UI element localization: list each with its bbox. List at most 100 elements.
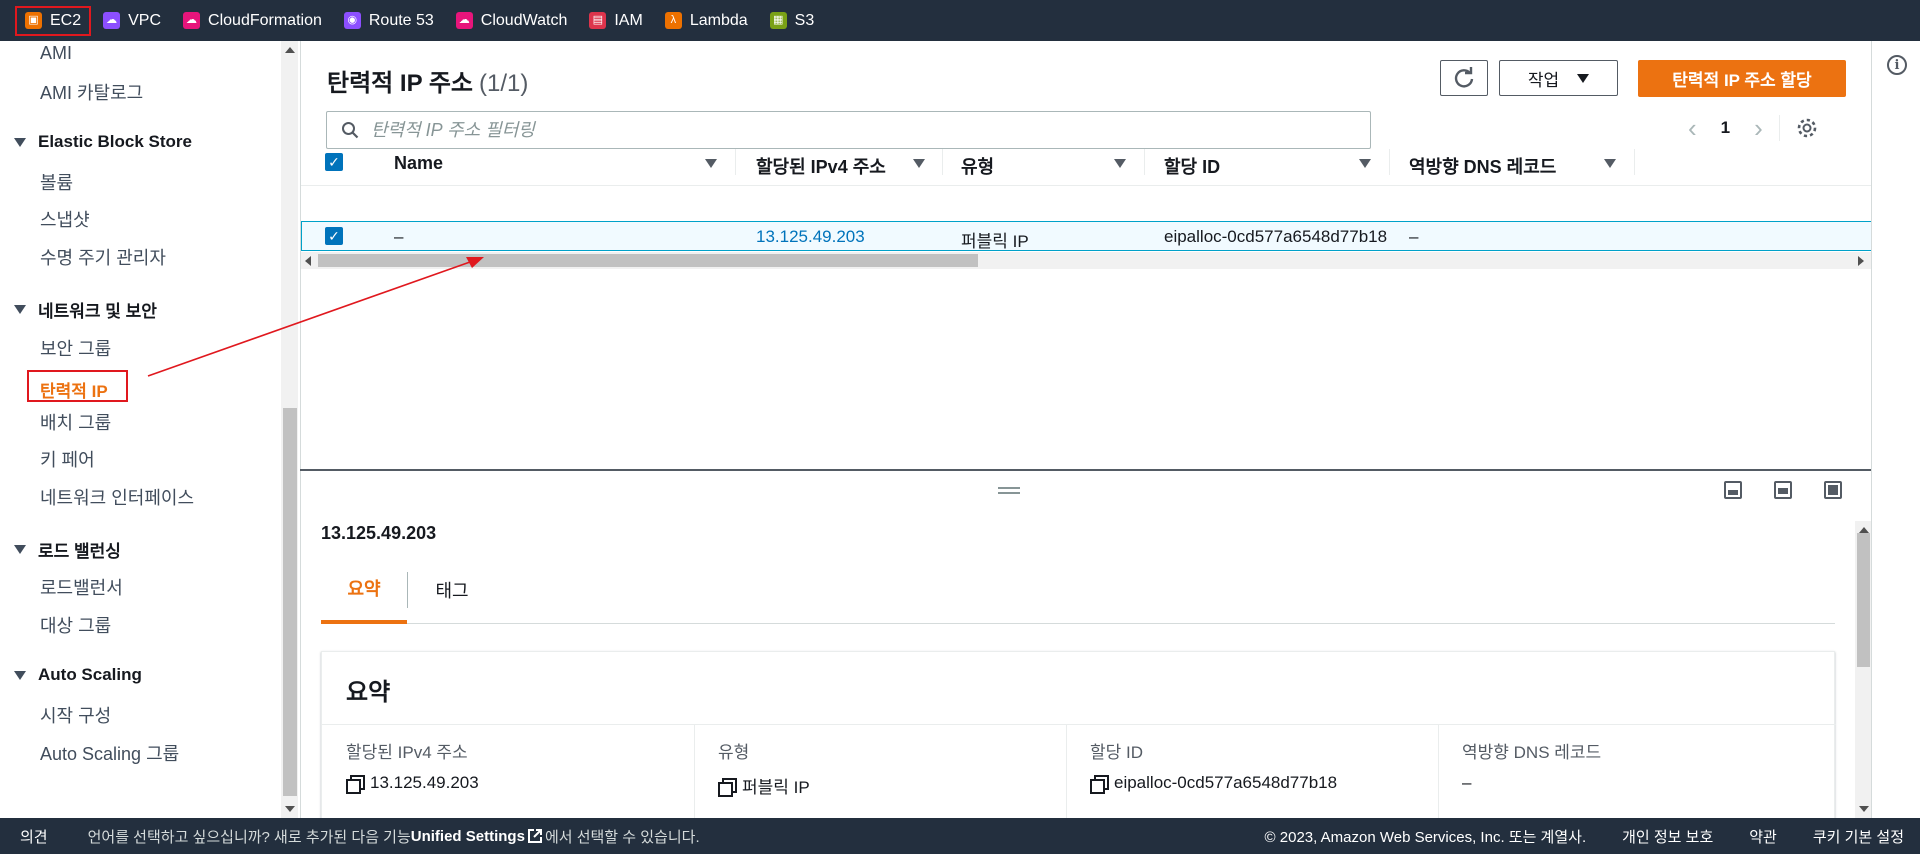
sidebar-section-ebs[interactable]: Elastic Block Store xyxy=(14,132,192,152)
cloudformation-icon: ☁ xyxy=(183,12,201,29)
scrollbar-thumb[interactable] xyxy=(1857,533,1870,667)
tab-summary[interactable]: 요약 xyxy=(321,556,407,624)
terms-link[interactable]: 약관 xyxy=(1749,826,1777,847)
sidebar-item-network-interfaces[interactable]: 네트워크 인터페이스 xyxy=(40,484,194,510)
column-divider[interactable] xyxy=(1144,149,1145,175)
table-row[interactable]: ✓ – 13.125.49.203 퍼블릭 IP eipalloc-0cd577… xyxy=(301,221,1872,251)
elastic-ip-list-panel: 탄력적 IP 주소(1/1) 작업 탄력적 IP 주소 할당 ‹ 1 › ✓ N… xyxy=(300,41,1872,469)
scroll-right-icon[interactable] xyxy=(1858,256,1864,266)
service-ec2[interactable]: ▣ EC2 xyxy=(14,5,92,36)
sidebar-scrollbar[interactable] xyxy=(281,41,298,818)
sidebar-item-load-balancers[interactable]: 로드밸런서 xyxy=(40,574,123,600)
field-ipv4: 할당된 IPv4 주소 13.125.49.203 xyxy=(346,738,479,794)
column-divider[interactable] xyxy=(735,149,736,175)
sort-icon[interactable] xyxy=(1359,159,1371,168)
privacy-link[interactable]: 개인 정보 보호 xyxy=(1622,826,1713,847)
cell-type: 퍼블릭 IP xyxy=(961,232,1029,251)
sort-icon[interactable] xyxy=(705,159,717,168)
sidebar-section-auto-scaling[interactable]: Auto Scaling xyxy=(14,665,142,685)
cookie-preferences-link[interactable]: 쿠키 기본 설정 xyxy=(1813,826,1904,847)
column-header-type[interactable]: 유형 xyxy=(961,153,994,179)
sidebar-item-target-groups[interactable]: 대상 그룹 xyxy=(40,612,111,638)
resize-handle-icon[interactable] xyxy=(998,487,1020,494)
field-divider xyxy=(1438,724,1439,832)
filter-input[interactable] xyxy=(371,119,1271,141)
sidebar-item-volumes[interactable]: 볼륨 xyxy=(40,169,73,195)
cell-ipv4-link[interactable]: 13.125.49.203 xyxy=(756,227,865,247)
sidebar-item-placement-groups[interactable]: 배치 그룹 xyxy=(40,409,111,435)
service-s3[interactable]: ▦ S3 xyxy=(761,7,824,35)
scrollbar-thumb[interactable] xyxy=(318,254,978,267)
sidebar-item-lifecycle-manager[interactable]: 수명 주기 관리자 xyxy=(40,244,166,270)
detail-title: 13.125.49.203 xyxy=(321,523,437,543)
refresh-button[interactable] xyxy=(1440,60,1488,96)
unified-settings-link[interactable]: Unified Settings xyxy=(411,828,525,845)
service-iam[interactable]: ▤ IAM xyxy=(580,7,651,35)
sidebar-item-ami-catalog[interactable]: AMI 카탈로그 xyxy=(40,79,143,105)
cloudwatch-icon: ☁ xyxy=(455,12,473,29)
refresh-icon xyxy=(1454,67,1474,88)
service-cloudformation[interactable]: ☁ CloudFormation xyxy=(174,7,331,35)
scrollbar-thumb[interactable] xyxy=(283,408,297,796)
select-all-checkbox[interactable]: ✓ xyxy=(325,153,343,171)
sidebar-item-auto-scaling-groups[interactable]: Auto Scaling 그룹 xyxy=(40,740,179,766)
column-header-reverse-dns[interactable]: 역방향 DNS 레코드 xyxy=(1409,153,1556,179)
panel-full-icon[interactable] xyxy=(1824,481,1842,499)
sidebar-section-load-balancing[interactable]: 로드 밸런싱 xyxy=(14,537,121,562)
sidebar-item-ami[interactable]: AMI xyxy=(40,43,72,64)
column-header-allocation-id[interactable]: 할당 ID xyxy=(1164,153,1220,179)
column-divider[interactable] xyxy=(942,149,943,175)
route53-icon: ◉ xyxy=(343,12,361,29)
sort-icon[interactable] xyxy=(913,159,925,168)
column-header-ipv4[interactable]: 할당된 IPv4 주소 xyxy=(756,153,886,179)
field-allocation-id: 할당 ID eipalloc-0cd577a6548d77b18 xyxy=(1090,738,1337,794)
scroll-down-icon[interactable] xyxy=(1859,806,1869,812)
caret-down-icon xyxy=(14,137,26,147)
sidebar-item-key-pairs[interactable]: 키 페어 xyxy=(40,446,95,472)
detail-scrollbar[interactable] xyxy=(1855,521,1872,818)
sidebar-item-snapshots[interactable]: 스냅샷 xyxy=(40,206,90,232)
sidebar-section-network-security[interactable]: 네트워크 및 보안 xyxy=(14,297,157,322)
row-checkbox[interactable]: ✓ xyxy=(325,227,343,245)
sort-icon[interactable] xyxy=(1114,159,1126,168)
service-route53[interactable]: ◉ Route 53 xyxy=(335,7,443,35)
sort-icon[interactable] xyxy=(1604,159,1616,168)
sidebar-item-elastic-ip[interactable]: 탄력적 IP xyxy=(27,370,128,402)
copy-icon[interactable] xyxy=(346,775,365,794)
feedback-link[interactable]: 의견 xyxy=(20,826,48,847)
column-divider[interactable] xyxy=(1389,149,1390,175)
service-vpc[interactable]: ☁ VPC xyxy=(94,7,170,35)
panel-side-icon[interactable] xyxy=(1774,481,1792,499)
field-label: 유형 xyxy=(718,743,750,762)
service-lambda[interactable]: λ Lambda xyxy=(656,7,757,35)
sidebar-item-launch-configurations[interactable]: 시작 구성 xyxy=(40,702,111,728)
column-divider[interactable] xyxy=(1634,149,1635,175)
detail-split-panel: 13.125.49.203 요약 태그 요약 할당된 IPv4 주소 13.12… xyxy=(300,471,1872,832)
table-horizontal-scrollbar[interactable] xyxy=(301,252,1872,269)
info-icon[interactable]: i xyxy=(1887,55,1907,75)
scroll-up-icon[interactable] xyxy=(285,47,295,53)
gear-icon[interactable] xyxy=(1796,117,1818,139)
scroll-left-icon[interactable] xyxy=(305,256,311,266)
actions-dropdown[interactable]: 작업 xyxy=(1499,60,1618,96)
next-page-icon[interactable]: › xyxy=(1754,115,1763,141)
tab-tags[interactable]: 태그 xyxy=(408,556,496,624)
scroll-down-icon[interactable] xyxy=(285,806,295,812)
service-cloudwatch[interactable]: ☁ CloudWatch xyxy=(447,7,577,35)
language-notice-suffix: 에서 선택할 수 있습니다. xyxy=(544,828,700,846)
sidebar-item-security-groups[interactable]: 보안 그룹 xyxy=(40,335,111,361)
caret-down-icon xyxy=(1577,73,1590,83)
ec2-icon: ▣ xyxy=(25,12,42,29)
panel-bottom-icon[interactable] xyxy=(1724,481,1742,499)
copy-icon[interactable] xyxy=(718,777,737,797)
column-header-name[interactable]: Name xyxy=(394,153,443,174)
field-value: 퍼블릭 IP xyxy=(742,778,810,797)
copy-icon[interactable] xyxy=(1090,775,1109,794)
page-number[interactable]: 1 xyxy=(1721,118,1730,138)
caret-down-icon xyxy=(14,305,26,314)
pagination: ‹ 1 › xyxy=(1688,115,1818,141)
sidebar-nav: AMI AMI 카탈로그 Elastic Block Store 볼륨 스냅샷 … xyxy=(0,41,280,818)
prev-page-icon[interactable]: ‹ xyxy=(1688,115,1697,141)
allocate-elastic-ip-button[interactable]: 탄력적 IP 주소 할당 xyxy=(1638,60,1846,97)
iam-icon: ▤ xyxy=(589,12,607,29)
